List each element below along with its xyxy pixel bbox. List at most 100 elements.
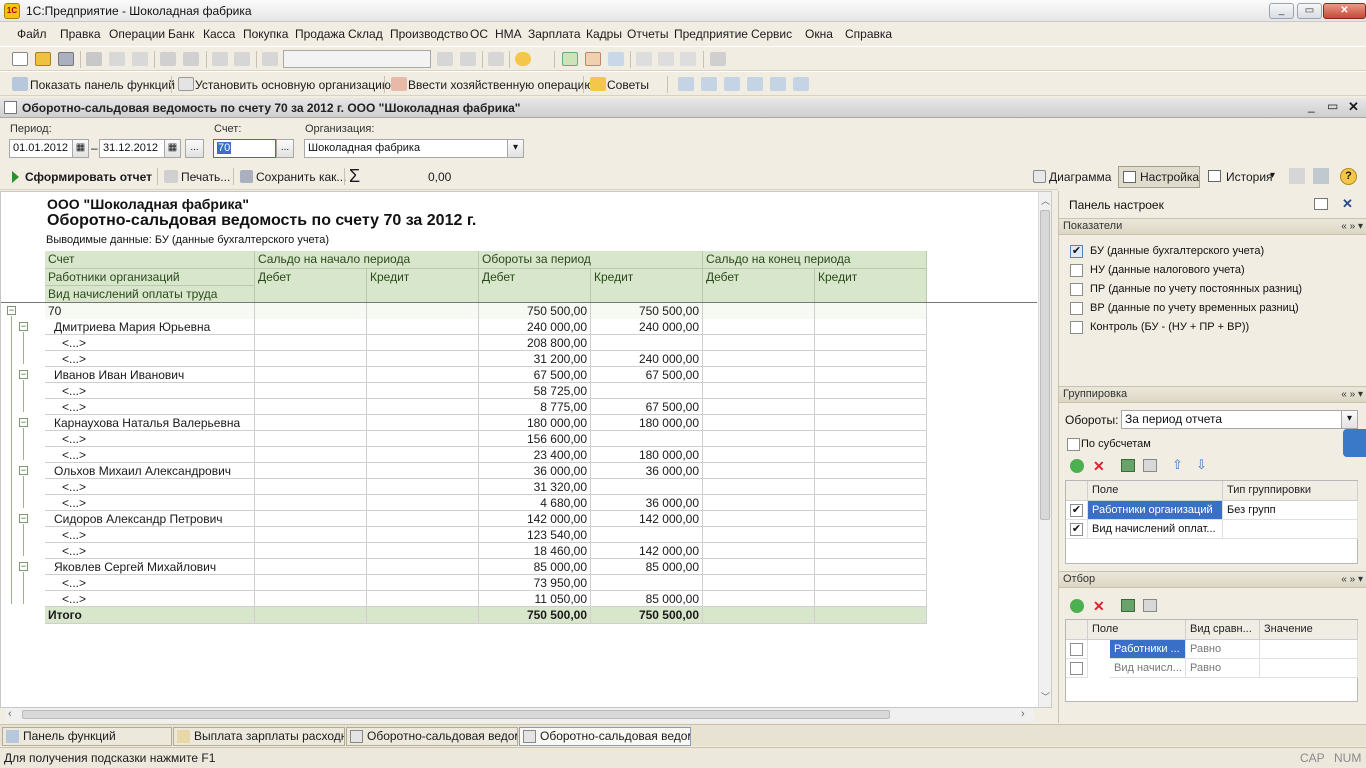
table-row[interactable]: <...> 123 540,00: [45, 527, 927, 543]
scroll-down-icon[interactable]: ﹀: [1041, 690, 1050, 703]
memory-minus-icon[interactable]: [680, 52, 696, 66]
horizontal-scrollbar[interactable]: ‹ ›: [6, 708, 1034, 722]
collapse-group-icon[interactable]: −: [19, 466, 28, 475]
menu-file[interactable]: Файл: [17, 27, 47, 41]
close-button[interactable]: ✕: [1323, 3, 1366, 19]
undo-icon[interactable]: [212, 52, 228, 66]
task-tab-report-2[interactable]: Оборотно-сальдовая ведом...: [519, 727, 691, 746]
turnover-dropdown-icon[interactable]: ▾: [1341, 410, 1358, 429]
table-row[interactable]: <...> 31 200,00 240 000,00: [45, 351, 927, 367]
filter-row-checkbox[interactable]: [1070, 662, 1083, 675]
table-row[interactable]: 70 750 500,00 750 500,00: [45, 303, 927, 319]
indicator-checkbox[interactable]: [1070, 264, 1083, 277]
history-dropdown-icon[interactable]: ▾: [1270, 170, 1275, 181]
memory-plus-icon[interactable]: [658, 52, 674, 66]
indicator-checkbox[interactable]: ✔: [1070, 245, 1083, 258]
table-row[interactable]: <...> 18 460,00 142 000,00: [45, 543, 927, 559]
vertical-scrollbar[interactable]: ︿ ﹀: [1038, 192, 1051, 707]
table-row[interactable]: <...> 73 950,00: [45, 575, 927, 591]
table-row[interactable]: <...> 208 800,00: [45, 335, 927, 351]
grouping-type-cell[interactable]: Без групп: [1223, 501, 1358, 520]
employees-icon[interactable]: [724, 77, 740, 91]
uncheck-all-icon[interactable]: [1143, 459, 1157, 472]
account-field[interactable]: 70: [213, 139, 276, 158]
open-folder-icon[interactable]: [35, 52, 51, 66]
organization-dropdown-icon[interactable]: ▾: [507, 139, 524, 158]
redo-icon[interactable]: [234, 52, 250, 66]
filter-row-checkbox[interactable]: [1070, 643, 1083, 656]
filter-delete-icon[interactable]: ✕: [1093, 598, 1105, 615]
menu-purchase[interactable]: Покупка: [243, 27, 288, 41]
search-input[interactable]: [283, 50, 431, 68]
filter-value-cell[interactable]: [1260, 640, 1358, 659]
collapse-group-icon[interactable]: −: [19, 514, 28, 523]
collapse-group-icon[interactable]: −: [19, 322, 28, 331]
filter-check-all-icon[interactable]: [1121, 599, 1135, 612]
doc-minimize-button[interactable]: _: [1308, 99, 1315, 113]
menu-salary[interactable]: Зарплата: [528, 27, 581, 41]
table-row[interactable]: Иванов Иван Иванович 67 500,00 67 500,00: [45, 367, 927, 383]
new-document-icon[interactable]: [12, 52, 28, 66]
calendar-to-icon[interactable]: ▦: [164, 139, 181, 158]
account-select-button[interactable]: ...: [276, 139, 294, 158]
menu-fixed-assets[interactable]: ОС: [470, 27, 488, 41]
users-icon[interactable]: [608, 52, 624, 66]
menu-intangibles[interactable]: НМА: [495, 27, 522, 41]
grouping-collapse-icon[interactable]: « » ▾: [1341, 387, 1363, 402]
filter-comparison-cell[interactable]: Равно: [1186, 640, 1260, 659]
menu-windows[interactable]: Окна: [805, 27, 833, 41]
table-row[interactable]: <...> 58 725,00: [45, 383, 927, 399]
generate-report-button[interactable]: Сформировать отчет: [25, 170, 152, 184]
menu-edit[interactable]: Правка: [60, 27, 101, 41]
turnover-select[interactable]: За период отчета: [1121, 410, 1345, 429]
collapse-group-icon[interactable]: −: [19, 370, 28, 379]
check-all-icon[interactable]: [1121, 459, 1135, 472]
calendar-icon[interactable]: [585, 52, 601, 66]
settings-button[interactable]: Настройка: [1118, 166, 1200, 188]
tools-icon[interactable]: [710, 52, 726, 66]
calendar-from-icon[interactable]: ▦: [72, 139, 89, 158]
collapse-group-icon[interactable]: −: [19, 562, 28, 571]
copy-icon[interactable]: [109, 52, 125, 66]
report-list-icon[interactable]: [770, 77, 786, 91]
memory-m-icon[interactable]: [636, 52, 652, 66]
move-down-icon[interactable]: ⇩: [1196, 457, 1207, 473]
total-row[interactable]: Итого 750 500,00 750 500,00: [45, 607, 927, 624]
menu-reports[interactable]: Отчеты: [627, 27, 668, 41]
indicator-checkbox[interactable]: [1070, 321, 1083, 334]
collapse-group-icon[interactable]: −: [19, 418, 28, 427]
menu-hr[interactable]: Кадры: [586, 27, 622, 41]
filter-add-icon[interactable]: [1070, 599, 1084, 613]
delete-icon[interactable]: ✕: [1093, 458, 1105, 475]
table-row[interactable]: Сидоров Александр Петрович 142 000,00 142 …: [45, 511, 927, 527]
tips-button[interactable]: Советы: [607, 78, 649, 92]
menu-sales[interactable]: Продажа: [295, 27, 345, 41]
horizontal-scroll-thumb[interactable]: [22, 710, 890, 719]
grouping-field-cell[interactable]: Вид начислений оплат...: [1088, 520, 1223, 539]
menu-bank[interactable]: Банк: [168, 27, 194, 41]
grouping-type-cell[interactable]: [1223, 520, 1358, 539]
table-row[interactable]: Карнаухова Наталья Валерьевна 180 000,00 1…: [45, 415, 927, 431]
menu-service[interactable]: Сервис: [751, 27, 792, 41]
windows-icon[interactable]: [488, 52, 504, 66]
diagram-button[interactable]: Диаграмма: [1049, 170, 1111, 184]
table-row[interactable]: <...> 4 680,00 36 000,00: [45, 495, 927, 511]
paste-icon[interactable]: [132, 52, 148, 66]
search-next-icon[interactable]: [437, 52, 453, 66]
table-row[interactable]: <...> 23 400,00 180 000,00: [45, 447, 927, 463]
scroll-up-icon[interactable]: ︿: [1041, 194, 1050, 207]
set-org-button[interactable]: Установить основную организацию: [195, 78, 391, 92]
table-row[interactable]: <...> 8 775,00 67 500,00: [45, 399, 927, 415]
task-tab-salary-payment[interactable]: Выплата зарплаты расходн...: [173, 727, 345, 746]
save-settings-icon[interactable]: [1313, 168, 1329, 184]
preview-icon[interactable]: [183, 52, 199, 66]
organization-field[interactable]: Шоколадная фабрика: [304, 139, 524, 158]
save-as-button[interactable]: Сохранить как...: [256, 170, 346, 184]
filter-collapse-icon[interactable]: « » ▾: [1341, 572, 1363, 587]
period-select-button[interactable]: ...: [185, 139, 204, 158]
table-row[interactable]: Дмитриева Мария Юрьевна 240 000,00 240 000…: [45, 319, 927, 335]
menu-help[interactable]: Справка: [845, 27, 892, 41]
indicator-checkbox[interactable]: [1070, 302, 1083, 315]
info-icon[interactable]: [515, 52, 531, 66]
indicator-checkbox[interactable]: [1070, 283, 1083, 296]
